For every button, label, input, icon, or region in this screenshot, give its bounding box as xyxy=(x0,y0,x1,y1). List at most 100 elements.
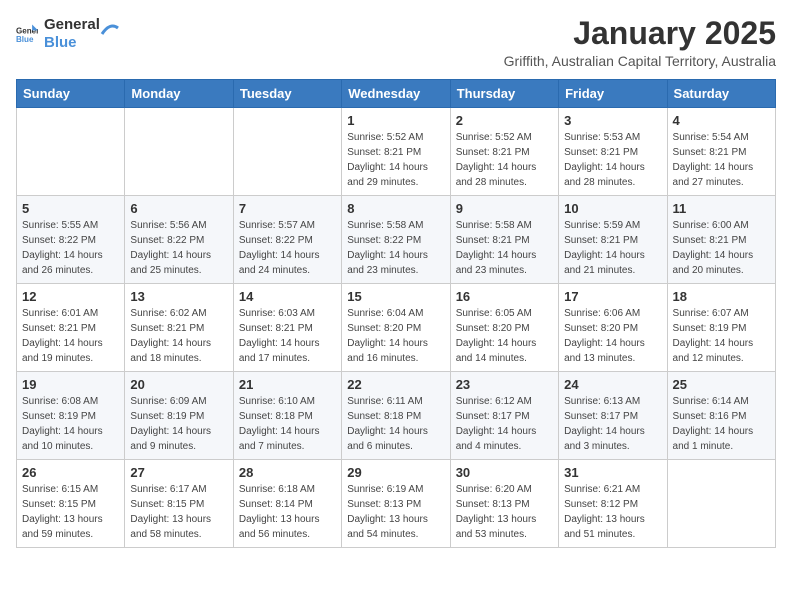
calendar-cell: 3 Sunrise: 5:53 AM Sunset: 8:21 PM Daylig… xyxy=(559,108,667,196)
calendar-table: SundayMondayTuesdayWednesdayThursdayFrid… xyxy=(16,79,776,548)
day-info: Sunrise: 6:03 AM Sunset: 8:21 PM Dayligh… xyxy=(239,306,336,366)
calendar-cell: 9Sunrise: 5:58 AM Sunset: 8:21 PM Daylig… xyxy=(450,196,558,284)
logo-general-text: General xyxy=(44,16,100,34)
calendar-cell: 22 Sunrise: 6:11 AM Sunset: 8:18 PM Dayli… xyxy=(342,372,450,460)
day-number: 30 xyxy=(456,465,553,480)
calendar-cell: 23Sunrise: 6:12 AM Sunset: 8:17 PM Dayli… xyxy=(450,372,558,460)
day-info: Sunrise: 6:02 AM Sunset: 8:21 PM Dayligh… xyxy=(130,306,227,366)
calendar-cell: 4 Sunrise: 5:54 AM Sunset: 8:21 PM Daylig… xyxy=(667,108,775,196)
calendar-cell xyxy=(125,108,233,196)
calendar-header-row: SundayMondayTuesdayWednesdayThursdayFrid… xyxy=(17,80,776,108)
day-info: Sunrise: 5:52 AM Sunset: 8:21 PM Dayligh… xyxy=(347,130,444,190)
day-number: 23 xyxy=(456,377,553,392)
day-number: 7 xyxy=(239,201,336,216)
day-info: Sunrise: 6:19 AM Sunset: 8:13 PM Dayligh… xyxy=(347,482,444,542)
calendar-cell: 6Sunrise: 5:56 AM Sunset: 8:22 PM Daylig… xyxy=(125,196,233,284)
day-info: Sunrise: 5:54 AM Sunset: 8:21 PM Dayligh… xyxy=(673,130,770,190)
svg-text:Blue: Blue xyxy=(16,35,34,44)
day-number: 24 xyxy=(564,377,661,392)
day-number: 18 xyxy=(673,289,770,304)
weekday-header-wednesday: Wednesday xyxy=(342,80,450,108)
calendar-cell: 15 Sunrise: 6:04 AM Sunset: 8:20 PM Dayli… xyxy=(342,284,450,372)
calendar-cell: 24Sunrise: 6:13 AM Sunset: 8:17 PM Dayli… xyxy=(559,372,667,460)
day-info: Sunrise: 6:20 AM Sunset: 8:13 PM Dayligh… xyxy=(456,482,553,542)
day-number: 19 xyxy=(22,377,119,392)
calendar-cell: 5 Sunrise: 5:55 AM Sunset: 8:22 PM Daylig… xyxy=(17,196,125,284)
logo: General Blue General Blue xyxy=(16,16,120,52)
day-info: Sunrise: 6:15 AM Sunset: 8:15 PM Dayligh… xyxy=(22,482,119,542)
day-number: 15 xyxy=(347,289,444,304)
weekday-header-monday: Monday xyxy=(125,80,233,108)
page-header: General Blue General Blue January 2025 G… xyxy=(16,16,776,69)
day-number: 5 xyxy=(22,201,119,216)
weekday-header-thursday: Thursday xyxy=(450,80,558,108)
day-number: 2 xyxy=(456,113,553,128)
day-number: 12 xyxy=(22,289,119,304)
calendar-cell xyxy=(667,460,775,548)
calendar-cell: 1 Sunrise: 5:52 AM Sunset: 8:21 PM Daylig… xyxy=(342,108,450,196)
calendar-week-row: 19 Sunrise: 6:08 AM Sunset: 8:19 PM Dayli… xyxy=(17,372,776,460)
calendar-cell: 14 Sunrise: 6:03 AM Sunset: 8:21 PM Dayli… xyxy=(233,284,341,372)
day-info: Sunrise: 6:18 AM Sunset: 8:14 PM Dayligh… xyxy=(239,482,336,542)
day-info: Sunrise: 5:55 AM Sunset: 8:22 PM Dayligh… xyxy=(22,218,119,278)
calendar-week-row: 26Sunrise: 6:15 AM Sunset: 8:15 PM Dayli… xyxy=(17,460,776,548)
calendar-cell: 28Sunrise: 6:18 AM Sunset: 8:14 PM Dayli… xyxy=(233,460,341,548)
calendar-cell: 20Sunrise: 6:09 AM Sunset: 8:19 PM Dayli… xyxy=(125,372,233,460)
calendar-week-row: 12 Sunrise: 6:01 AM Sunset: 8:21 PM Dayli… xyxy=(17,284,776,372)
day-info: Sunrise: 6:01 AM Sunset: 8:21 PM Dayligh… xyxy=(22,306,119,366)
day-number: 14 xyxy=(239,289,336,304)
day-info: Sunrise: 5:53 AM Sunset: 8:21 PM Dayligh… xyxy=(564,130,661,190)
day-number: 3 xyxy=(564,113,661,128)
calendar-cell: 10 Sunrise: 5:59 AM Sunset: 8:21 PM Dayli… xyxy=(559,196,667,284)
day-number: 16 xyxy=(456,289,553,304)
day-info: Sunrise: 6:04 AM Sunset: 8:20 PM Dayligh… xyxy=(347,306,444,366)
calendar-cell xyxy=(233,108,341,196)
day-number: 1 xyxy=(347,113,444,128)
calendar-cell: 18 Sunrise: 6:07 AM Sunset: 8:19 PM Dayli… xyxy=(667,284,775,372)
day-info: Sunrise: 6:07 AM Sunset: 8:19 PM Dayligh… xyxy=(673,306,770,366)
day-number: 21 xyxy=(239,377,336,392)
day-info: Sunrise: 5:56 AM Sunset: 8:22 PM Dayligh… xyxy=(130,218,227,278)
weekday-header-sunday: Sunday xyxy=(17,80,125,108)
calendar-cell: 8Sunrise: 5:58 AM Sunset: 8:22 PM Daylig… xyxy=(342,196,450,284)
day-number: 17 xyxy=(564,289,661,304)
weekday-header-friday: Friday xyxy=(559,80,667,108)
calendar-cell: 30 Sunrise: 6:20 AM Sunset: 8:13 PM Dayli… xyxy=(450,460,558,548)
day-info: Sunrise: 6:14 AM Sunset: 8:16 PM Dayligh… xyxy=(673,394,770,454)
day-number: 31 xyxy=(564,465,661,480)
day-number: 22 xyxy=(347,377,444,392)
day-info: Sunrise: 6:09 AM Sunset: 8:19 PM Dayligh… xyxy=(130,394,227,454)
calendar-cell: 31Sunrise: 6:21 AM Sunset: 8:12 PM Dayli… xyxy=(559,460,667,548)
day-number: 4 xyxy=(673,113,770,128)
day-info: Sunrise: 6:17 AM Sunset: 8:15 PM Dayligh… xyxy=(130,482,227,542)
logo-swoosh-icon xyxy=(100,20,120,40)
day-number: 11 xyxy=(673,201,770,216)
title-block: January 2025 Griffith, Australian Capita… xyxy=(504,16,776,69)
calendar-cell xyxy=(17,108,125,196)
calendar-cell: 21Sunrise: 6:10 AM Sunset: 8:18 PM Dayli… xyxy=(233,372,341,460)
calendar-week-row: 5 Sunrise: 5:55 AM Sunset: 8:22 PM Daylig… xyxy=(17,196,776,284)
weekday-header-saturday: Saturday xyxy=(667,80,775,108)
calendar-cell: 26Sunrise: 6:15 AM Sunset: 8:15 PM Dayli… xyxy=(17,460,125,548)
calendar-cell: 17 Sunrise: 6:06 AM Sunset: 8:20 PM Dayli… xyxy=(559,284,667,372)
day-info: Sunrise: 6:08 AM Sunset: 8:19 PM Dayligh… xyxy=(22,394,119,454)
day-number: 27 xyxy=(130,465,227,480)
day-info: Sunrise: 5:58 AM Sunset: 8:22 PM Dayligh… xyxy=(347,218,444,278)
day-number: 25 xyxy=(673,377,770,392)
day-info: Sunrise: 5:57 AM Sunset: 8:22 PM Dayligh… xyxy=(239,218,336,278)
day-info: Sunrise: 6:11 AM Sunset: 8:18 PM Dayligh… xyxy=(347,394,444,454)
weekday-header-tuesday: Tuesday xyxy=(233,80,341,108)
calendar-cell: 29 Sunrise: 6:19 AM Sunset: 8:13 PM Dayli… xyxy=(342,460,450,548)
calendar-title: January 2025 xyxy=(504,16,776,51)
day-info: Sunrise: 5:59 AM Sunset: 8:21 PM Dayligh… xyxy=(564,218,661,278)
day-info: Sunrise: 5:52 AM Sunset: 8:21 PM Dayligh… xyxy=(456,130,553,190)
day-number: 29 xyxy=(347,465,444,480)
calendar-cell: 2 Sunrise: 5:52 AM Sunset: 8:21 PM Daylig… xyxy=(450,108,558,196)
calendar-cell: 11Sunrise: 6:00 AM Sunset: 8:21 PM Dayli… xyxy=(667,196,775,284)
day-number: 10 xyxy=(564,201,661,216)
calendar-cell: 25 Sunrise: 6:14 AM Sunset: 8:16 PM Dayli… xyxy=(667,372,775,460)
day-number: 13 xyxy=(130,289,227,304)
day-info: Sunrise: 6:06 AM Sunset: 8:20 PM Dayligh… xyxy=(564,306,661,366)
logo-icon: General Blue xyxy=(16,23,38,45)
calendar-cell: 27 Sunrise: 6:17 AM Sunset: 8:15 PM Dayli… xyxy=(125,460,233,548)
